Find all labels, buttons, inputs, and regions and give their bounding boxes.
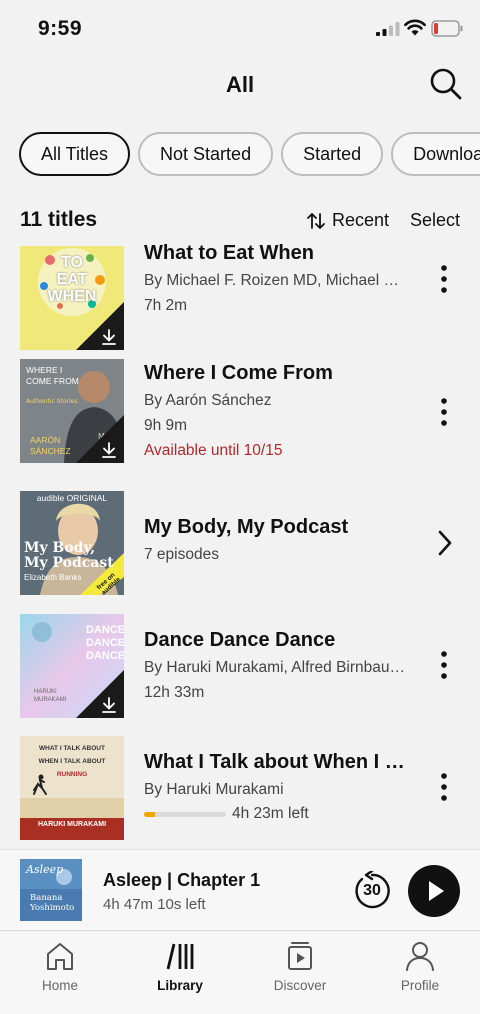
cover-text: SÁNCHEZ xyxy=(30,446,71,456)
tab-profile[interactable]: Profile xyxy=(370,940,470,993)
cover-text: MURAKAMI xyxy=(34,697,67,703)
availability-notice: Available until 10/15 xyxy=(144,442,283,459)
mini-player[interactable]: Asleep Banana Yoshimoto Asleep | Chapter… xyxy=(0,849,480,931)
item-info: What to Eat When By Michael F. Roizen MD… xyxy=(144,242,414,315)
cover-image: M'TX Authentic Stories WHERE I COME FROM… xyxy=(20,359,124,463)
discover-icon xyxy=(288,942,312,970)
tab-discover[interactable]: Discover xyxy=(250,940,350,993)
item-length: 12h 33m xyxy=(144,684,205,701)
item-title: My Body, My Podcast xyxy=(144,516,349,538)
play-button[interactable] xyxy=(408,865,460,917)
play-icon xyxy=(429,881,444,901)
item-title: Dance Dance Dance xyxy=(144,629,336,651)
item-title: What to Eat When xyxy=(144,242,314,264)
cover-text: Banana xyxy=(30,893,63,903)
cover-text: HARUKI xyxy=(34,689,57,695)
home-icon xyxy=(47,943,73,970)
filter-downloaded[interactable]: Downloaded xyxy=(391,132,480,176)
item-author: By Michael F. Roizen MD, Michael Crupain… xyxy=(144,272,406,289)
tab-library[interactable]: Library xyxy=(130,940,230,993)
cover-text: Elizabeth Banks xyxy=(24,573,82,582)
cover-image: TO EAT WHEN xyxy=(20,246,124,350)
more-options-icon[interactable] xyxy=(432,772,456,802)
item-author: By Haruki Murakami, Alfred Birnbaum (tra… xyxy=(144,659,406,676)
cover-text: DANCE xyxy=(86,637,124,649)
tab-label: Profile xyxy=(400,978,440,993)
now-playing-cover: Asleep Banana Yoshimoto xyxy=(20,859,82,921)
progress-bar xyxy=(144,811,226,817)
cellular-signal-icon xyxy=(376,22,400,36)
tab-label: Home xyxy=(41,978,78,993)
sort-label: Recent xyxy=(332,210,390,230)
cover-image: WHAT I TALK ABOUT WHEN I TALK ABOUT RUNN… xyxy=(20,736,124,840)
tab-label: Library xyxy=(157,978,203,993)
tab-label: Discover xyxy=(273,978,327,993)
svg-text:Authentic Stories: Authentic Stories xyxy=(26,398,78,405)
cover-text: WHEN I TALK ABOUT xyxy=(38,758,106,765)
item-info: Where I Come From By Aarón Sánchez 9h 9m… xyxy=(144,362,414,460)
cover-text: WHAT I TALK ABOUT xyxy=(39,745,105,752)
rewind-seconds: 30 xyxy=(363,882,381,899)
cover-text: TO xyxy=(61,254,83,271)
more-options-icon[interactable] xyxy=(432,650,456,680)
item-episodes: 7 episodes xyxy=(144,546,219,563)
cover-text: AARÓN xyxy=(30,435,61,445)
filter-not-started[interactable]: Not Started xyxy=(138,132,274,176)
now-playing-time-left: 4h 47m 10s left xyxy=(103,896,206,913)
downloaded-icon xyxy=(102,442,116,458)
cover-text: EAT xyxy=(56,271,88,288)
cover-text: Yoshimoto xyxy=(30,903,75,913)
cover-text: RUNNING xyxy=(56,771,88,778)
filter-started[interactable]: Started xyxy=(281,132,384,176)
title-count: 11 titles xyxy=(20,208,98,231)
downloaded-icon xyxy=(102,329,116,345)
item-length: 7h 2m xyxy=(144,297,188,314)
tab-bar: Home Library Discover Profile xyxy=(0,932,480,1014)
item-info: My Body, My Podcast 7 episodes xyxy=(144,516,414,564)
item-title: Where I Come From xyxy=(144,362,333,384)
item-info: Dance Dance Dance By Haruki Murakami, Al… xyxy=(144,629,414,702)
page-title: All xyxy=(225,72,255,97)
more-options-icon[interactable] xyxy=(432,397,456,427)
time-left: 4h 23m left xyxy=(232,805,309,822)
cover-text: My Body, xyxy=(24,540,96,556)
item-info: What I Talk about When I Talk About Runn… xyxy=(144,751,414,823)
tab-home[interactable]: Home xyxy=(10,940,110,993)
cover-text: WHERE I xyxy=(26,365,63,375)
cover-image: audible ORIGINAL My Body, My Podcast Eli… xyxy=(20,491,124,595)
list-header: 11 titles Recent Select xyxy=(20,206,460,236)
progress-fill xyxy=(144,811,155,817)
cover-text: DANCE xyxy=(86,650,124,662)
cover-text: My Podcast xyxy=(24,555,114,571)
sort-icon xyxy=(307,212,325,229)
header: All xyxy=(0,58,480,114)
cover-image: DANCE DANCE DANCE HARUKI MURAKAMI xyxy=(20,614,124,718)
search-icon[interactable] xyxy=(428,66,464,102)
now-playing-title: Asleep | Chapter 1 xyxy=(103,870,261,890)
battery-icon xyxy=(431,20,463,37)
filter-all-titles[interactable]: All Titles xyxy=(19,132,131,176)
select-button[interactable]: Select xyxy=(410,210,460,231)
cover-text: HARUKI MURAKAMI xyxy=(37,821,107,828)
library-icon xyxy=(166,943,194,970)
item-author: By Haruki Murakami xyxy=(144,781,284,798)
wifi-icon xyxy=(404,19,426,36)
status-bar: 9:59 xyxy=(0,0,480,58)
item-title: What I Talk about When I Talk About Runn… xyxy=(144,751,414,773)
item-author: By Aarón Sánchez xyxy=(144,392,272,409)
listening-progress: 4h 23m left xyxy=(144,805,414,823)
filter-chips: All TitlesNot StartedStartedDownloaded xyxy=(19,132,480,178)
cover-text: Asleep xyxy=(26,863,64,876)
chevron-right-icon[interactable] xyxy=(434,529,456,557)
cover-text: audible ORIGINAL xyxy=(36,493,108,503)
item-length: 9h 9m xyxy=(144,417,188,434)
cover-text: COME FROM xyxy=(26,376,79,386)
profile-icon xyxy=(406,942,434,971)
rewind-30-button[interactable]: 30 xyxy=(352,869,392,911)
cover-text: DANCE xyxy=(86,624,124,636)
downloaded-icon xyxy=(102,697,116,713)
more-options-icon[interactable] xyxy=(432,264,456,294)
status-time: 9:59 xyxy=(38,17,83,40)
sort-button[interactable]: Recent xyxy=(306,210,389,231)
